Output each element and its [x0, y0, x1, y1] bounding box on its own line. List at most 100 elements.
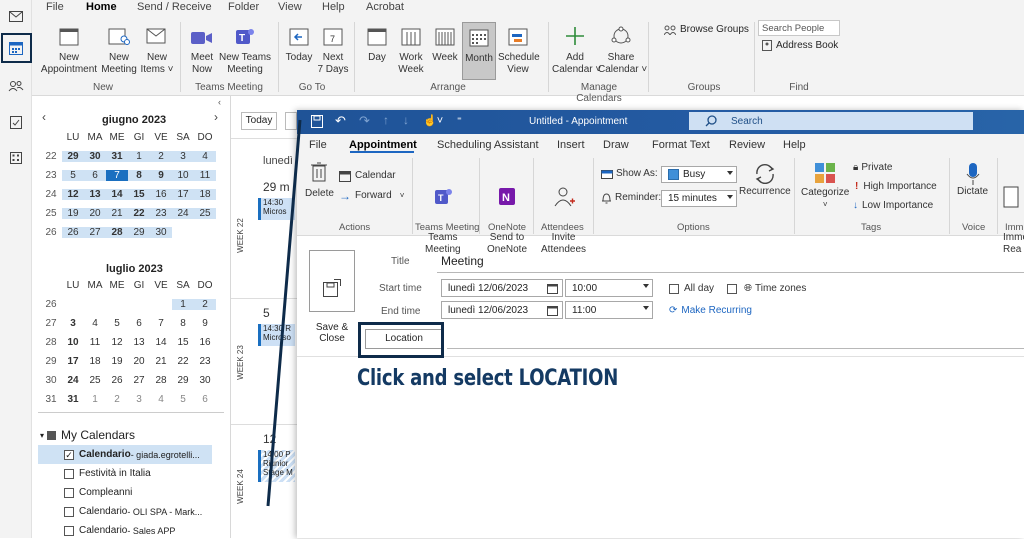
day-cell[interactable]: 2 — [150, 151, 172, 162]
day-cell[interactable]: 19 — [106, 356, 128, 367]
next-month-icon[interactable]: › — [214, 110, 218, 124]
day-cell[interactable]: 6 — [194, 394, 216, 405]
day-cell[interactable]: 16 — [194, 337, 216, 348]
title-input[interactable]: Meeting — [441, 254, 484, 268]
undo-icon[interactable]: ↶ — [335, 113, 346, 129]
tab-send-receive[interactable]: Send / Receive — [137, 1, 212, 13]
categorize-button[interactable]: Categorize ˅ — [801, 162, 849, 211]
day-cell[interactable]: 29 — [62, 151, 84, 162]
day-cell[interactable]: 1 — [128, 151, 150, 162]
day-cell[interactable]: 26 — [106, 375, 128, 386]
new-appointment-button[interactable]: New Appointment — [36, 22, 102, 76]
tab-view[interactable]: View — [278, 1, 302, 13]
browse-groups-button[interactable]: Browse Groups — [664, 24, 749, 35]
day-cell[interactable]: 18 — [84, 356, 106, 367]
day-cell[interactable]: 17 — [62, 356, 84, 367]
day-cell[interactable]: 30 — [194, 375, 216, 386]
day-cell[interactable]: 31 — [106, 151, 128, 162]
checkbox[interactable] — [64, 525, 74, 536]
save-icon[interactable] — [311, 115, 323, 128]
private-button[interactable]: 🔒︎ Private — [853, 162, 892, 174]
month-view-button[interactable]: Month — [462, 22, 496, 80]
day-cell[interactable]: 8 — [128, 170, 150, 181]
calendar-list-item[interactable]: Calendario - Sales APP — [64, 522, 175, 539]
calendar-list-item[interactable]: Calendario - OLI SPA - Mark... — [64, 503, 202, 520]
day-cell[interactable]: 24 — [172, 208, 194, 219]
day-cell[interactable]: 4 — [194, 151, 216, 162]
next-7-days-button[interactable]: 7 Next 7 Days — [316, 22, 350, 76]
day-cell[interactable]: 5 — [106, 318, 128, 329]
group-checkbox[interactable] — [47, 430, 57, 440]
day-cell[interactable]: 10 — [172, 170, 194, 181]
day-cell[interactable]: 29 — [172, 375, 194, 386]
start-time-select[interactable]: 10:00 — [565, 279, 653, 297]
schedule-view-button[interactable]: Schedule View — [498, 22, 540, 76]
day-cell[interactable]: 24 — [62, 375, 84, 386]
day-cell[interactable]: 26 — [62, 227, 84, 238]
day-cell[interactable]: 16 — [150, 189, 172, 200]
my-calendars-header[interactable]: ▾ My Calendars — [40, 428, 135, 442]
calendar-list-item[interactable]: Festività in Italia — [64, 465, 151, 482]
day-cell[interactable]: 7 — [106, 170, 128, 181]
day-cell[interactable]: 28 — [106, 227, 128, 238]
tab-file[interactable]: File — [309, 139, 327, 151]
all-day-checkbox[interactable]: All day — [669, 283, 714, 294]
end-date-input[interactable]: lunedì 12/06/2023 — [441, 301, 563, 319]
collapse-pane-icon[interactable]: ‹ — [218, 97, 221, 107]
calendar-button[interactable]: Calendar — [339, 170, 396, 182]
day-cell[interactable]: 29 — [128, 227, 150, 238]
up-arrow-icon[interactable]: ↑ — [383, 113, 389, 127]
redo-icon[interactable]: ↷ — [359, 113, 370, 129]
tab-help[interactable]: Help — [783, 139, 806, 151]
day-cell[interactable]: 13 — [84, 189, 106, 200]
day-cell[interactable]: 1 — [172, 299, 194, 310]
tab-review[interactable]: Review — [729, 139, 765, 151]
day-cell[interactable]: 4 — [150, 394, 172, 405]
day-cell[interactable]: 28 — [150, 375, 172, 386]
forward-button[interactable]: → Forward ˅ — [339, 190, 404, 202]
add-calendar-button[interactable]: Add Calendar ˅ — [552, 22, 601, 76]
day-view-button[interactable]: Day — [362, 22, 392, 64]
day-cell[interactable]: 15 — [172, 337, 194, 348]
day-cell[interactable]: 25 — [194, 208, 216, 219]
apps-icon[interactable] — [4, 146, 28, 170]
day-cell[interactable]: 4 — [84, 318, 106, 329]
day-cell[interactable]: 3 — [172, 151, 194, 162]
day-cell[interactable]: 23 — [194, 356, 216, 367]
end-time-select[interactable]: 11:00 — [565, 301, 653, 319]
checkbox[interactable] — [64, 487, 74, 498]
week-view-button[interactable]: Week — [428, 22, 462, 64]
low-importance-button[interactable]: ↓ Low Importance — [853, 200, 933, 212]
day-cell[interactable]: 6 — [128, 318, 150, 329]
touch-mode-icon[interactable]: ☝˅ — [423, 114, 443, 127]
day-cell[interactable]: 2 — [194, 299, 216, 310]
day-cell[interactable]: 13 — [128, 337, 150, 348]
save-close-button[interactable]: Save & Close — [309, 250, 355, 344]
checkbox[interactable]: ✓ — [64, 449, 74, 460]
calendar-list-item[interactable]: Compleanni — [64, 484, 132, 501]
tab-insert[interactable]: Insert — [557, 139, 585, 151]
tab-format-text[interactable]: Format Text — [652, 139, 710, 151]
day-cell[interactable]: 12 — [106, 337, 128, 348]
new-items-button[interactable]: New Items ˅ — [138, 22, 176, 76]
day-cell[interactable]: 12 — [62, 189, 84, 200]
tab-scheduling-assistant[interactable]: Scheduling Assistant — [437, 139, 539, 151]
people-icon[interactable] — [4, 74, 28, 98]
day-cell[interactable]: 7 — [150, 318, 172, 329]
tasks-icon[interactable] — [4, 110, 28, 134]
checkbox[interactable] — [64, 506, 74, 517]
tab-acrobat[interactable]: Acrobat — [366, 1, 404, 13]
immersive-reader-button[interactable]: Imme Rea — [1003, 162, 1024, 280]
search-people-input[interactable]: Search People — [758, 20, 840, 36]
day-cell[interactable]: 9 — [194, 318, 216, 329]
day-cell[interactable]: 22 — [128, 208, 150, 219]
reminder-select[interactable]: 15 minutes — [661, 190, 737, 207]
start-date-input[interactable]: lunedì 12/06/2023 — [441, 279, 563, 297]
down-arrow-icon[interactable]: ↓ — [403, 113, 409, 127]
tab-help[interactable]: Help — [322, 1, 345, 13]
send-to-onenote-button[interactable]: N Send to OneNote — [487, 162, 527, 280]
prev-month-icon[interactable]: ‹ — [42, 110, 46, 124]
day-cell[interactable]: 21 — [150, 356, 172, 367]
day-cell[interactable]: 2 — [106, 394, 128, 405]
tab-appointment[interactable]: Appointment — [349, 139, 417, 151]
